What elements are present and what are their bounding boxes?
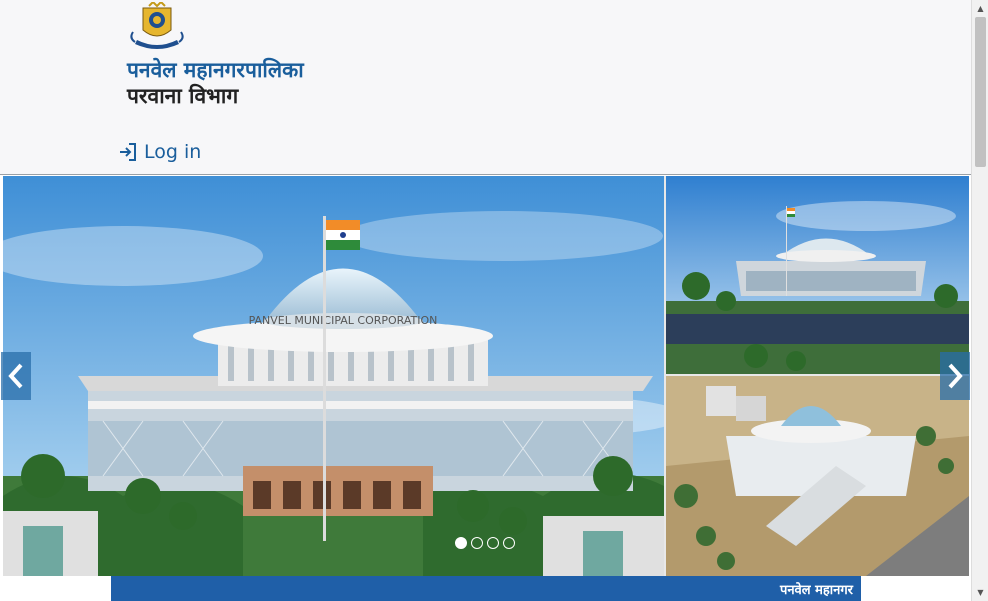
municipal-logo [130,2,184,49]
chevron-left-icon [8,363,23,389]
page: पनवेल महानगरपालिका परवाना विभाग Log in P… [0,0,988,601]
image-divider-horizontal [666,374,969,376]
carousel-indicators [455,537,515,549]
campus-aerial-image [666,376,969,576]
sign-in-icon [120,143,136,161]
login-label: Log in [144,141,202,163]
scroll-up-arrow-icon[interactable]: ▲ [972,0,988,17]
carousel-prev-button[interactable] [1,352,31,400]
scrollbar-thumb[interactable] [975,17,986,167]
chevron-right-icon [948,363,963,389]
news-ticker: पनवेल महानगर [111,576,861,601]
ticker-text: पनवेल महानगर [779,582,853,598]
carousel-dot-1[interactable] [455,537,467,549]
department-name: परवाना विभाग [127,84,239,108]
login-link[interactable]: Log in [118,141,201,163]
org-name: पनवेल महानगरपालिका [127,58,304,82]
site-header: पनवेल महानगरपालिका परवाना विभाग Log in [0,0,971,175]
carousel-dot-2[interactable] [471,537,483,549]
carousel-dot-3[interactable] [487,537,499,549]
scroll-down-arrow-icon[interactable]: ▼ [972,584,988,601]
carousel-dot-4[interactable] [503,537,515,549]
carousel-next-button[interactable] [940,352,970,400]
image-carousel: PANVEL MUNICIPAL CORPORATION [3,176,969,576]
image-divider-vertical [664,176,666,576]
aerial-view-image [666,176,969,374]
building-sign: PANVEL MUNICIPAL CORPORATION [249,314,438,327]
main-building-image: PANVEL MUNICIPAL CORPORATION [3,176,664,576]
page-scrollbar[interactable]: ▲ ▼ [971,0,988,601]
